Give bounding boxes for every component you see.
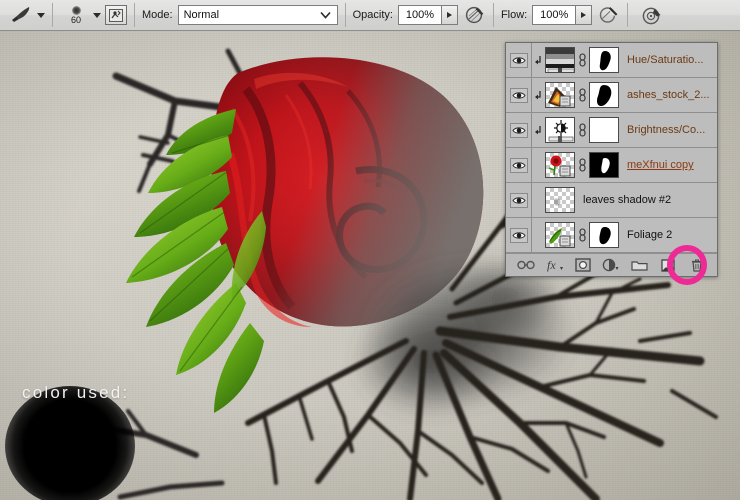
layer-visibility-toggle[interactable] — [506, 78, 532, 112]
layer-row[interactable]: leaves shadow #2 — [506, 183, 717, 218]
layer-mask-thumbnail[interactable] — [589, 152, 619, 178]
eye-icon — [509, 157, 528, 173]
layer-row[interactable]: Hue/Saturatio... — [506, 43, 717, 78]
flow-pressure-icon[interactable] — [598, 4, 620, 26]
layer-row[interactable]: Foliage 2 — [506, 218, 717, 253]
photoshop-window: color used: 60 Mode: Normal Opacity: 100… — [0, 0, 740, 500]
new-group-button[interactable] — [630, 256, 650, 274]
clipping-mask-arrow-icon — [532, 125, 545, 136]
options-divider-5 — [627, 3, 629, 27]
layer-style-button[interactable]: fx — [545, 256, 565, 274]
airbrush-icon[interactable] — [641, 4, 663, 26]
link-mask-icon[interactable] — [575, 123, 589, 137]
layer-thumbnail[interactable] — [545, 152, 575, 178]
eye-icon — [509, 52, 528, 68]
triangle-right-icon — [581, 12, 587, 18]
blend-mode-value: Normal — [183, 9, 220, 21]
options-divider-2 — [134, 3, 135, 27]
mode-label: Mode: — [142, 9, 173, 21]
chevron-down-icon — [319, 11, 331, 19]
tool-options-bar: 60 Mode: Normal Opacity: 100% Flow: 100% — [0, 0, 740, 31]
eye-icon — [509, 122, 528, 138]
link-layers-button[interactable] — [516, 256, 536, 274]
flow-input[interactable]: 100% — [532, 5, 577, 25]
layer-name[interactable]: ashes_stock_2... — [627, 89, 710, 101]
layer-thumbnail[interactable] — [545, 222, 575, 248]
link-mask-icon[interactable] — [575, 88, 589, 102]
eye-icon — [509, 227, 528, 243]
brush-size-dropdown-arrow[interactable] — [93, 12, 101, 18]
options-divider-3 — [344, 3, 346, 27]
layer-row[interactable]: meXfnui copy — [506, 148, 717, 183]
opacity-input[interactable]: 100% — [397, 5, 442, 25]
link-mask-icon[interactable] — [575, 53, 589, 67]
toggle-brush-panel-icon[interactable] — [105, 5, 127, 25]
options-divider-4 — [492, 3, 494, 27]
clipping-mask-arrow-icon — [532, 90, 545, 101]
layer-thumbnail[interactable] — [545, 187, 575, 213]
layer-thumbnail[interactable] — [545, 117, 575, 143]
svg-text:fx: fx — [547, 258, 556, 272]
opacity-pressure-icon[interactable] — [464, 4, 486, 26]
layer-visibility-toggle[interactable] — [506, 113, 532, 147]
opacity-label: Opacity: — [352, 9, 393, 21]
link-mask-icon[interactable] — [575, 228, 589, 242]
layer-name[interactable]: Brightness/Co... — [627, 124, 705, 136]
layer-name[interactable]: Foliage 2 — [627, 229, 672, 241]
layer-mask-thumbnail[interactable] — [589, 117, 619, 143]
layer-row[interactable]: ashes_stock_2... — [506, 78, 717, 113]
layer-thumbnail[interactable] — [545, 47, 575, 73]
soft-round-brush-icon — [71, 5, 81, 15]
layer-name[interactable]: Hue/Saturatio... — [627, 54, 703, 66]
paintbrush-icon[interactable] — [8, 3, 34, 27]
flow-label: Flow: — [500, 9, 528, 21]
brush-size-value: 60 — [70, 14, 81, 25]
brush-preset-dropdown-arrow[interactable] — [37, 12, 45, 18]
layer-mask-thumbnail[interactable] — [589, 82, 619, 108]
add-layer-mask-button[interactable] — [573, 256, 593, 274]
eye-icon — [509, 192, 528, 208]
layer-visibility-toggle[interactable] — [506, 183, 532, 217]
new-fill-adjustment-layer-button[interactable] — [601, 256, 621, 274]
new-layer-button[interactable] — [658, 256, 678, 274]
layers-panel[interactable]: Hue/Saturatio... ashes_stock_2... Bright… — [505, 42, 718, 285]
clipping-mask-arrow-icon — [532, 55, 545, 66]
layer-name[interactable]: leaves shadow #2 — [583, 194, 671, 206]
layer-visibility-toggle[interactable] — [506, 148, 532, 182]
link-mask-icon[interactable] — [575, 158, 589, 172]
blend-mode-select[interactable]: Normal — [177, 5, 338, 25]
layer-visibility-toggle[interactable] — [506, 218, 532, 252]
brush-size-preview[interactable]: 60 — [62, 5, 90, 25]
color-used-annotation: color used: — [22, 383, 130, 402]
opacity-slider-toggle[interactable] — [441, 5, 458, 25]
layer-thumbnail[interactable] — [545, 82, 575, 108]
layer-mask-thumbnail[interactable] — [589, 222, 619, 248]
layer-mask-thumbnail[interactable] — [589, 47, 619, 73]
layer-visibility-toggle[interactable] — [506, 43, 532, 77]
layer-name[interactable]: meXfnui copy — [627, 159, 694, 171]
layer-row[interactable]: Brightness/Co... — [506, 113, 717, 148]
triangle-right-icon — [446, 12, 452, 18]
flow-slider-toggle[interactable] — [576, 5, 593, 25]
options-divider-1 — [52, 3, 53, 27]
layers-panel-footer: fx — [506, 245, 717, 285]
delete-layer-button[interactable] — [687, 256, 707, 274]
eye-icon — [509, 87, 528, 103]
black-brush-dab — [5, 386, 135, 500]
